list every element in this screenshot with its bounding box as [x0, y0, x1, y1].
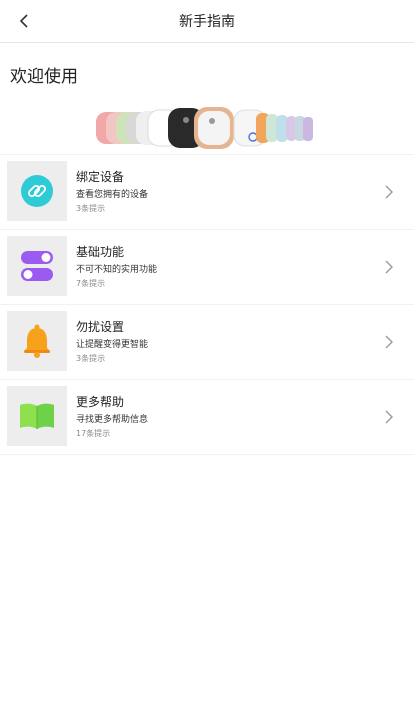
top-nav-bar: 新手指南 — [0, 0, 414, 43]
chevron-right-icon — [385, 185, 393, 199]
item-tip-count: 7条提示 — [76, 279, 106, 288]
item-tip-count: 3条提示 — [76, 354, 106, 363]
book-icon — [20, 403, 54, 429]
item-description: 查看您拥有的设备 — [76, 190, 149, 200]
list-item-more-help[interactable]: 更多帮助 寻找更多帮助信息 17条提示 — [0, 379, 414, 455]
item-description: 让提醒变得更智能 — [76, 340, 149, 350]
thumbnail — [7, 386, 67, 446]
item-title: 更多帮助 — [76, 395, 125, 409]
list-item-basic-features[interactable]: 基础功能 不可不知的实用功能 7条提示 — [0, 229, 414, 304]
item-title: 勿扰设置 — [76, 320, 125, 334]
item-title: 绑定设备 — [76, 170, 125, 184]
bell-icon — [24, 324, 50, 358]
item-tip-count: 17条提示 — [76, 429, 111, 438]
item-tip-count: 3条提示 — [76, 204, 106, 213]
item-title: 基础功能 — [76, 245, 125, 259]
chevron-right-icon — [385, 410, 393, 424]
link-icon — [21, 175, 53, 207]
welcome-heading: 欢迎使用 — [10, 67, 78, 87]
item-description: 不可不知的实用功能 — [76, 265, 158, 275]
device-banner-image — [96, 107, 313, 149]
list-item-bind-device[interactable]: 绑定设备 查看您拥有的设备 3条提示 — [0, 154, 414, 229]
item-description: 寻找更多帮助信息 — [76, 415, 149, 425]
thumbnail — [7, 236, 67, 296]
thumbnail — [7, 311, 67, 371]
chevron-right-icon — [385, 335, 393, 349]
page-title: 新手指南 — [179, 14, 235, 30]
chevron-right-icon — [385, 260, 393, 274]
list-item-do-not-disturb[interactable]: 勿扰设置 让提醒变得更智能 3条提示 — [0, 304, 414, 379]
guide-list: 绑定设备 查看您拥有的设备 3条提示 基础功能 不可不知的实用功能 7条提示 勿… — [0, 154, 414, 455]
thumbnail — [7, 161, 67, 221]
toggle-icon — [21, 251, 53, 281]
